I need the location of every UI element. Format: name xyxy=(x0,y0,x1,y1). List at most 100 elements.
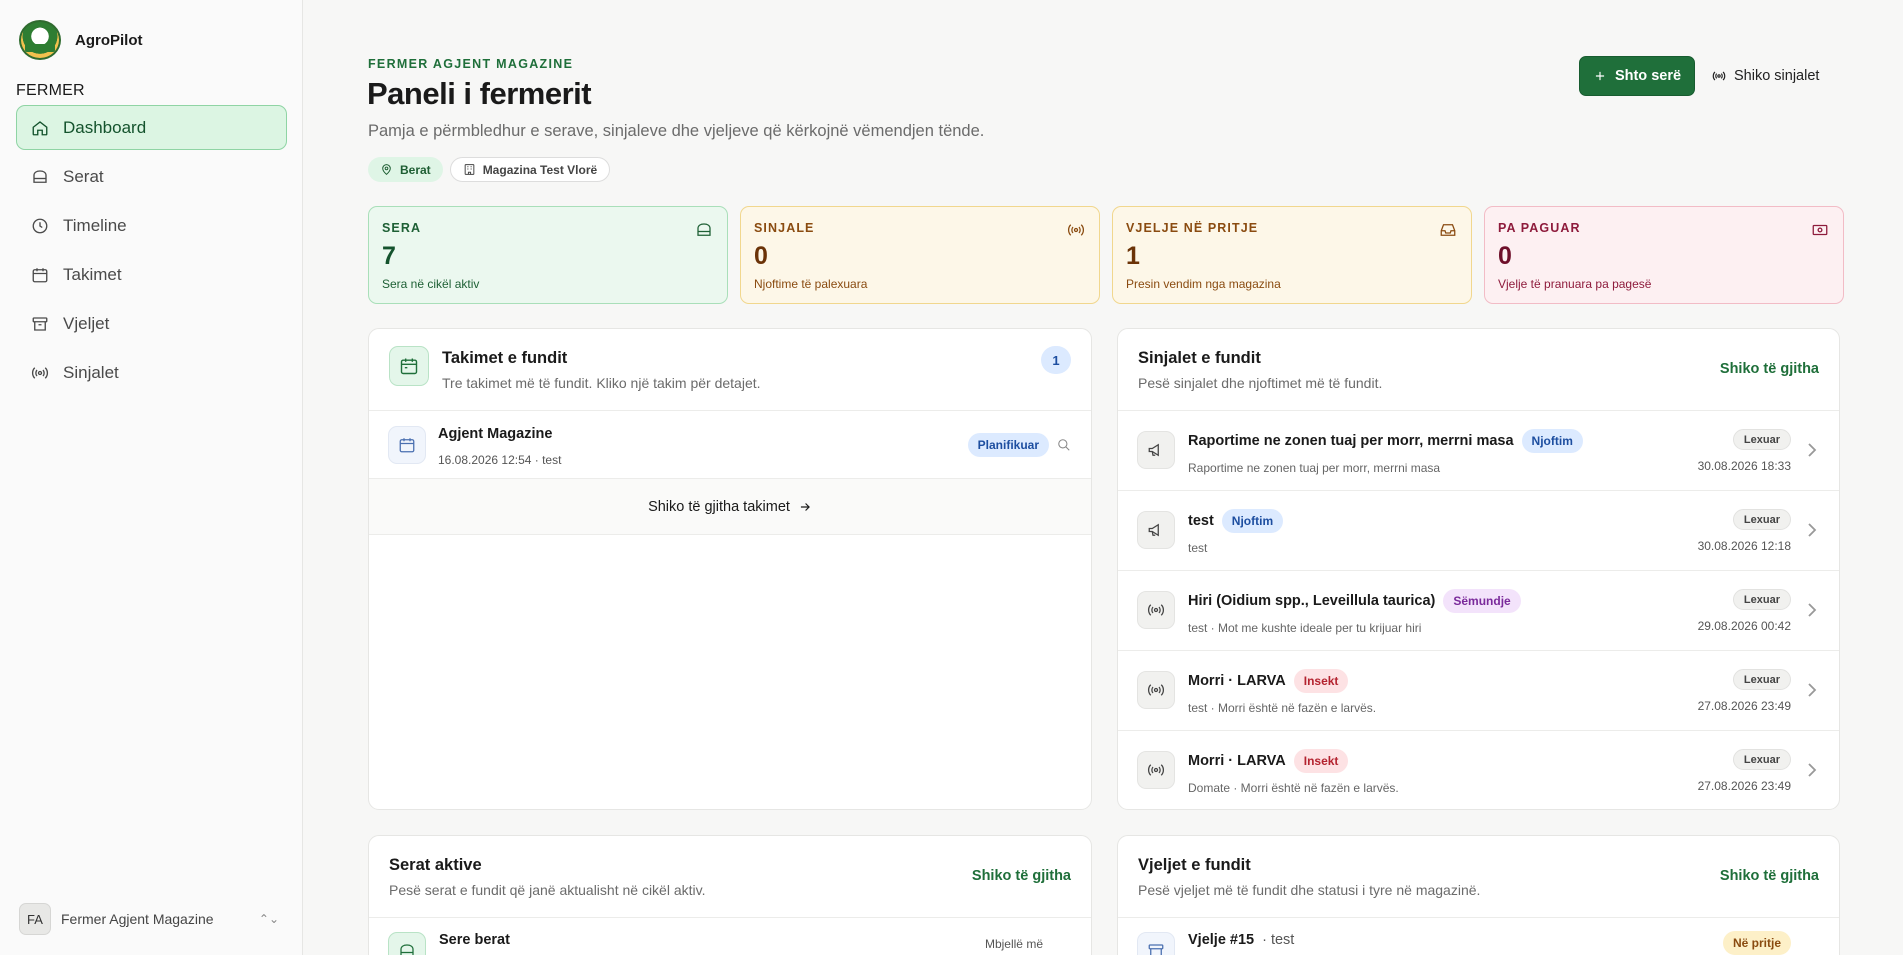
calendar-icon xyxy=(389,346,429,386)
greenhouse-state: Mbjellë më xyxy=(984,937,1043,951)
user-name: Fermer Agjent Magazine xyxy=(61,911,214,927)
signal-title: Hiri (Oidium spp., Leveillula taurica) xyxy=(1188,593,1436,609)
recent-harvests-panel: Vjeljet e fundit Pesë vjeljet më të fund… xyxy=(1117,835,1840,955)
signal-icon xyxy=(1067,224,1085,236)
stat-label: SERA xyxy=(382,221,422,235)
arrow-right-icon xyxy=(800,502,810,511)
signal-meta: Lexuar 29.08.2026 00:42 xyxy=(1698,589,1791,633)
signal-row[interactable]: Hiri (Oidium spp., Leveillula taurica) Së… xyxy=(1118,571,1839,651)
appointments-panel: Takimet e fundit Tre takimet më të fundi… xyxy=(368,328,1092,810)
stat-value: 7 xyxy=(382,242,396,270)
signal-type-badge: Njoftim xyxy=(1221,509,1284,533)
stat-value: 1 xyxy=(1126,242,1140,270)
chevron-right-icon xyxy=(1808,603,1817,617)
view-all-appointments-button[interactable]: Shiko të gjitha takimet xyxy=(369,479,1091,535)
brand-name: AgroPilot xyxy=(75,31,143,49)
harvest-title-wrap: Vjelje #15 · test xyxy=(1188,932,1294,948)
signal-title: test xyxy=(1188,513,1214,529)
harvest-row[interactable]: Vjelje #15 · test Në pritje xyxy=(1118,918,1839,955)
view-all-harvests-link[interactable]: Shiko të gjitha xyxy=(1720,868,1819,884)
signal-type-badge: Sëmundje xyxy=(1443,589,1521,613)
signal-icon xyxy=(1137,671,1175,709)
sidebar-nav: Dashboard Serat Timeline Takimet Vjeljet… xyxy=(16,105,287,399)
signal-row[interactable]: Morri · LARVA Insekt Domate · Morri është… xyxy=(1118,731,1839,809)
sidebar-item-serat[interactable]: Serat xyxy=(16,154,287,199)
signal-row[interactable]: test Njoftim test Lexuar 30.08.2026 12:18 xyxy=(1118,491,1839,571)
sidebar-item-vjeljet[interactable]: Vjeljet xyxy=(16,301,287,346)
archive-icon xyxy=(32,316,48,331)
stat-value: 0 xyxy=(1498,242,1512,270)
sidebar-item-label: Dashboard xyxy=(63,117,147,137)
status-badge: Në pritje xyxy=(1722,931,1791,955)
stat-label: VJELJE NË PRITJE xyxy=(1126,221,1259,235)
page-subtitle: Pamja e përmbledhur e serave, sinjaleve … xyxy=(368,122,985,140)
sidebar-item-label: Timeline xyxy=(63,215,127,235)
sidebar-section-label: FERMER xyxy=(16,82,85,99)
chevron-right-icon xyxy=(1808,443,1817,457)
signal-type-badge: Njoftim xyxy=(1521,429,1583,453)
signal-title-wrap: Morri · LARVA Insekt xyxy=(1188,749,1349,773)
signal-meta: Lexuar 30.08.2026 12:18 xyxy=(1698,509,1791,553)
calendar-icon xyxy=(32,267,48,282)
signal-title-wrap: test Njoftim xyxy=(1188,509,1284,533)
stats-row: SERA 7 Sera në cikël aktiv SINJALE 0 Njo… xyxy=(368,206,1844,304)
inbox-icon xyxy=(1440,224,1456,236)
stat-card-signals[interactable]: SINJALE 0 Njoftime të palexuara xyxy=(740,206,1100,304)
archive-icon xyxy=(1137,932,1175,955)
search-icon[interactable] xyxy=(1057,438,1071,452)
signal-title-wrap: Hiri (Oidium spp., Leveillula taurica) Së… xyxy=(1188,589,1521,613)
brand[interactable]: AgroPilot xyxy=(19,20,143,60)
signal-icon xyxy=(1137,591,1175,629)
store-chip-label: Magazina Test Vlorë xyxy=(482,162,598,177)
signal-desc: Raportime ne zonen tuaj per morr, merrni… xyxy=(1188,461,1441,475)
signal-row[interactable]: Raportime ne zonen tuaj per morr, merrni… xyxy=(1118,411,1839,491)
sidebar-item-sinjalet[interactable]: Sinjalet xyxy=(16,350,287,395)
view-signals-button[interactable]: Shiko sinjalet xyxy=(1712,56,1819,96)
agropilot-logo-icon xyxy=(19,20,61,60)
map-pin-icon xyxy=(382,164,391,176)
stat-card-unpaid[interactable]: PA PAGUAR 0 Vjelje të pranuara pa pagesë xyxy=(1484,206,1844,304)
signal-desc: test · Mot me kushte ideale per tu kriju… xyxy=(1188,621,1422,635)
greenhouse-row[interactable]: Sere berat Mbjellë më xyxy=(369,918,1091,955)
signal-title-wrap: Morri · LARVA Insekt xyxy=(1188,669,1349,693)
harvest-extra: · test xyxy=(1262,932,1295,948)
chevron-up-down-icon: ⌃⌄ xyxy=(258,912,279,926)
stat-card-pending-harvests[interactable]: VJELJE NË PRITJE 1 Presin vendim nga mag… xyxy=(1112,206,1472,304)
add-greenhouse-label: Shto serë xyxy=(1614,68,1682,84)
sidebar: AgroPilot FERMER Dashboard Serat Timelin… xyxy=(0,0,303,955)
greenhouse-icon xyxy=(388,932,426,955)
active-greenhouses-panel: Serat aktive Pesë serat e fundit që janë… xyxy=(368,835,1092,955)
signal-type-badge: Insekt xyxy=(1293,749,1349,773)
read-badge: Lexuar xyxy=(1732,509,1791,530)
signal-row[interactable]: Morri · LARVA Insekt test · Morri është n… xyxy=(1118,651,1839,731)
sidebar-item-dashboard[interactable]: Dashboard xyxy=(16,105,287,150)
user-menu[interactable]: FA Fermer Agjent Magazine ⌃⌄ xyxy=(19,903,279,935)
signal-desc: Domate · Morri është në fazën e larvës. xyxy=(1188,781,1399,795)
greenhouse-title-wrap: Sere berat xyxy=(439,932,510,948)
read-badge: Lexuar xyxy=(1732,429,1791,450)
stat-label: PA PAGUAR xyxy=(1498,221,1581,235)
stat-desc: Njoftime të palexuara xyxy=(754,277,868,291)
add-greenhouse-button[interactable]: Shto serë xyxy=(1579,56,1695,96)
chevron-right-icon xyxy=(1808,523,1817,537)
signal-meta: Lexuar 27.08.2026 23:49 xyxy=(1698,749,1791,793)
stat-desc: Vjelje të pranuara pa pagesë xyxy=(1498,277,1652,291)
stat-label: SINJALE xyxy=(754,221,815,235)
harvests-subtitle: Pesë vjeljet më të fundit dhe statusi i … xyxy=(1138,882,1481,898)
page-title: Paneli i fermerit xyxy=(367,76,592,111)
appointment-row[interactable]: Agjent Magazine 16.08.2026 12:54 · test … xyxy=(369,411,1091,479)
location-chip: Berat xyxy=(368,157,443,182)
stat-card-greenhouses[interactable]: SERA 7 Sera në cikël aktiv xyxy=(368,206,728,304)
signal-desc: test · Morri është në fazën e larvës. xyxy=(1188,701,1377,715)
sidebar-item-timeline[interactable]: Timeline xyxy=(16,203,287,248)
location-chip-label: Berat xyxy=(400,162,431,177)
sidebar-item-takimet[interactable]: Takimet xyxy=(16,252,287,297)
context-chips: Berat Magazina Test Vlorë xyxy=(368,157,611,182)
view-all-greenhouses-link[interactable]: Shiko të gjitha xyxy=(972,868,1071,884)
signal-date: 30.08.2026 18:33 xyxy=(1697,459,1791,473)
view-all-signals-link[interactable]: Shiko të gjitha xyxy=(1720,361,1819,377)
signal-meta: Lexuar 27.08.2026 23:49 xyxy=(1698,669,1791,713)
signal-date: 27.08.2026 23:49 xyxy=(1697,779,1791,793)
signal-desc: test xyxy=(1188,541,1208,555)
greenhouses-subtitle: Pesë serat e fundit që janë aktualisht n… xyxy=(389,882,706,898)
